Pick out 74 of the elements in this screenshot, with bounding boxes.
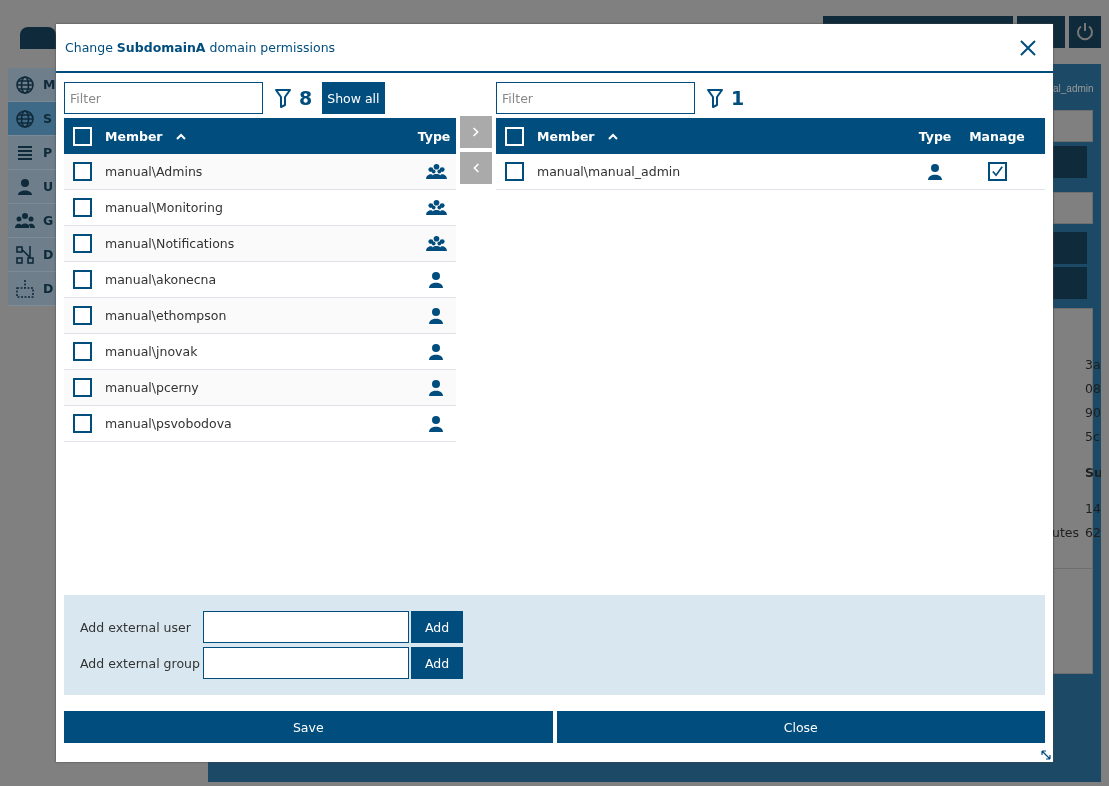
member-name: manual\akonecna <box>105 272 217 287</box>
add-button[interactable]: Add <box>411 611 463 643</box>
member-name: manual\Notifications <box>105 236 235 251</box>
panel-card <box>1053 110 1093 142</box>
column-header: Type <box>416 128 452 144</box>
column-header: Manage <box>968 128 1026 144</box>
box-icon <box>15 278 35 299</box>
caret-icon <box>174 132 187 140</box>
row-checkbox[interactable] <box>73 414 92 433</box>
member-name: manual\manual_admin <box>537 164 681 179</box>
member-name: manual\Monitoring <box>105 200 223 215</box>
power-icon <box>1075 22 1095 42</box>
info-value: 08 <box>1085 380 1101 396</box>
dialog-button[interactable]: Save <box>64 711 553 743</box>
caret-icon <box>606 132 619 140</box>
dialog-title: Change SubdomainA domain permissions <box>65 40 336 55</box>
info-value: 3a <box>1085 356 1101 372</box>
panel-card <box>1053 192 1093 224</box>
filter-field[interactable]: Filter <box>64 82 263 114</box>
dialog-button[interactable]: Close <box>556 711 1045 743</box>
user-icon <box>428 306 444 325</box>
member-name: manual\psvobodova <box>105 416 232 431</box>
select-all-checkbox[interactable] <box>73 126 92 146</box>
manage-checkbox[interactable] <box>987 162 1007 181</box>
member-name: manual\Admins <box>105 164 203 179</box>
user-icon <box>927 162 943 181</box>
column-header[interactable]: Member <box>537 128 595 144</box>
member-name: manual\jnovak <box>105 344 198 359</box>
row-checkbox[interactable] <box>73 198 92 217</box>
filter-count: 1 <box>731 87 745 109</box>
filter-field[interactable]: Filter <box>496 82 695 114</box>
close-icon[interactable] <box>1019 38 1037 57</box>
user-label: al_admin <box>1053 83 1094 94</box>
group-icon <box>425 235 447 252</box>
row-checkbox[interactable] <box>73 234 92 253</box>
chevron-left-icon <box>472 163 480 173</box>
input-field[interactable] <box>203 611 409 643</box>
info-value: 62 <box>1085 524 1101 540</box>
user-icon <box>428 378 444 397</box>
filter-count: 8 <box>299 87 313 109</box>
row-checkbox[interactable] <box>73 162 92 181</box>
member-name: manual\pcerny <box>105 380 199 395</box>
globe-icon <box>15 108 35 129</box>
row-checkbox[interactable] <box>73 270 92 289</box>
column-header[interactable]: Member <box>105 128 163 144</box>
user-icon <box>15 176 35 197</box>
group-icon <box>425 163 447 180</box>
add-button[interactable]: Add <box>411 647 463 679</box>
user-icon <box>428 342 444 361</box>
globe-icon <box>15 74 35 95</box>
select-all-checkbox[interactable] <box>505 126 524 146</box>
column-header: Type <box>917 128 953 144</box>
field-label: Add external user <box>80 619 192 635</box>
user-icon <box>428 270 444 289</box>
filter-icon <box>707 88 723 108</box>
diagram-icon <box>15 244 35 265</box>
row-checkbox[interactable] <box>73 342 92 361</box>
input-field[interactable] <box>203 647 409 679</box>
chevron-right-icon <box>472 127 480 137</box>
logo-icon <box>20 27 56 49</box>
row-checkbox[interactable] <box>505 162 524 181</box>
resize-handle-icon[interactable] <box>1041 750 1051 760</box>
info-label: utes <box>1053 524 1079 540</box>
power-button[interactable] <box>1069 16 1101 48</box>
user-icon <box>428 414 444 433</box>
group-icon <box>425 199 447 216</box>
show-all-button[interactable]: Show all <box>322 82 385 114</box>
info-value: 90 <box>1085 404 1101 420</box>
group-icon <box>15 210 35 231</box>
row-checkbox[interactable] <box>73 378 92 397</box>
row-checkbox[interactable] <box>73 306 92 325</box>
field-label: Add external group <box>80 655 201 671</box>
filter-icon <box>275 88 291 108</box>
member-name: manual\ethompson <box>105 308 227 323</box>
